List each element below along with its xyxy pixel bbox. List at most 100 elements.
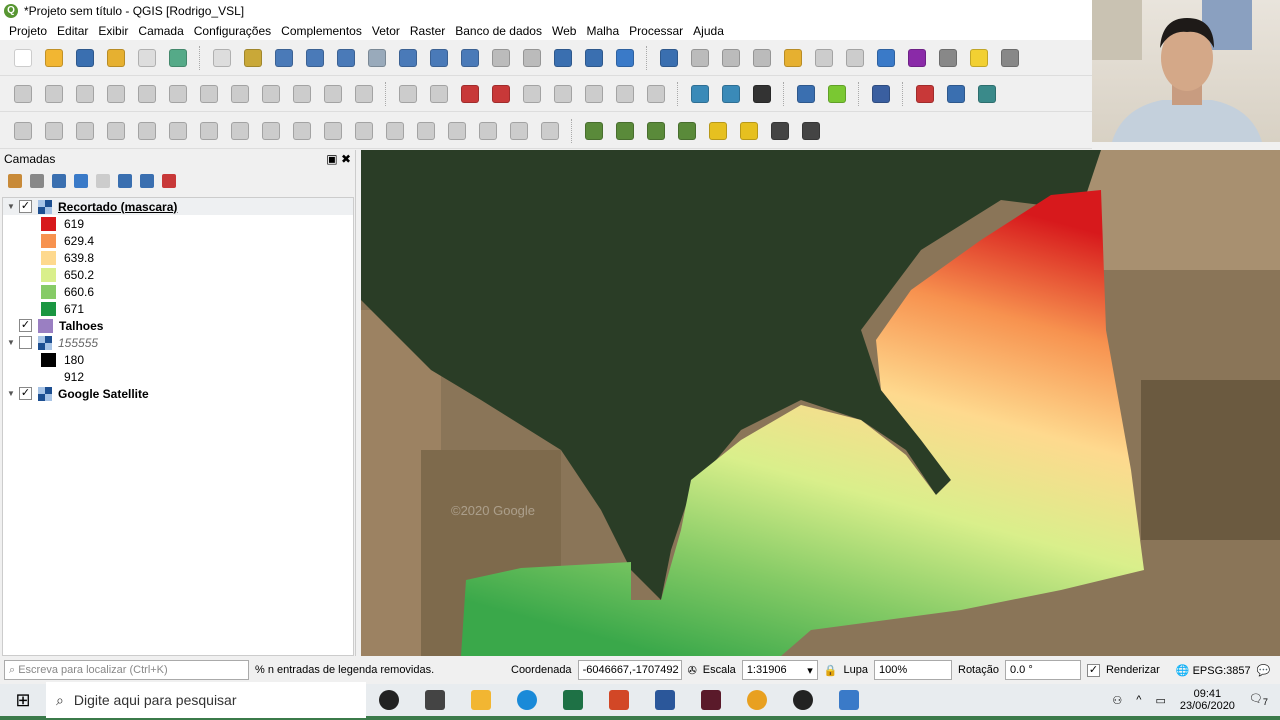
taskbar-search[interactable]: ⌕ Digite aqui para pesquisar <box>46 682 366 718</box>
label-toolbar-button[interactable] <box>395 81 421 107</box>
vertex-tool-button[interactable] <box>134 81 160 107</box>
add-ring-button[interactable] <box>41 118 67 144</box>
modify-attributes-button[interactable] <box>165 81 191 107</box>
collapse-all-icon[interactable] <box>140 174 154 188</box>
menu-item[interactable]: Complementos <box>276 24 367 38</box>
coordinate-field[interactable]: -6046667,-1707492 <box>577 660 682 680</box>
cut-button[interactable] <box>227 81 253 107</box>
zoom-selection-button[interactable] <box>364 45 390 71</box>
magnifier-spinbox[interactable]: 100% <box>874 660 952 680</box>
excel-taskbar-button[interactable] <box>550 682 596 718</box>
save-as-button[interactable] <box>103 45 129 71</box>
expand-arrow-icon[interactable]: ▼ <box>3 338 19 347</box>
zoom-full-button[interactable] <box>333 45 359 71</box>
undo-button[interactable] <box>320 81 346 107</box>
current-edits-button[interactable] <box>10 81 36 107</box>
delete-ring-button[interactable] <box>134 118 160 144</box>
menu-item[interactable]: Editar <box>52 24 93 38</box>
new-project-button[interactable] <box>10 45 36 71</box>
advanced-digitize-button[interactable] <box>537 118 563 144</box>
app-taskbar-button[interactable] <box>688 682 734 718</box>
toolbox-button[interactable] <box>873 45 899 71</box>
trim-extend-button[interactable] <box>506 118 532 144</box>
lock-scale-icon[interactable]: 🔒 <box>824 664 838 677</box>
messages-icon[interactable]: 💬 <box>1257 664 1271 677</box>
menu-item[interactable]: Camada <box>133 24 188 38</box>
georeferencer-button[interactable] <box>912 81 938 107</box>
zoom-in-button[interactable] <box>271 45 297 71</box>
word-taskbar-button[interactable] <box>642 682 688 718</box>
delete-part-button[interactable] <box>165 118 191 144</box>
highlight-labels-button[interactable] <box>488 81 514 107</box>
render-checkbox[interactable]: ✓ <box>1086 663 1100 677</box>
layer-visibility-checkbox[interactable]: ✓ <box>19 319 32 332</box>
change-label-button[interactable] <box>612 81 638 107</box>
chrome-taskbar-button[interactable] <box>734 682 780 718</box>
show-bookmarks-button[interactable] <box>581 45 607 71</box>
cortana-taskbar-button[interactable] <box>366 682 412 718</box>
add-feature-button[interactable] <box>103 81 129 107</box>
redo-button[interactable] <box>351 81 377 107</box>
offset-curve-button[interactable] <box>227 118 253 144</box>
style-panel-icon[interactable] <box>8 174 22 188</box>
raster-stretch-button[interactable] <box>674 118 700 144</box>
close-panel-icon[interactable]: ✖ <box>341 152 351 166</box>
qgis-taskbar-taskbar-button[interactable] <box>826 682 872 718</box>
raster-local-button[interactable] <box>612 118 638 144</box>
add-wms-button[interactable] <box>687 81 713 107</box>
file-explorer-taskbar-button[interactable] <box>458 682 504 718</box>
expand-all-icon[interactable] <box>118 174 132 188</box>
deselect-button[interactable] <box>780 45 806 71</box>
run-action-button[interactable] <box>687 45 713 71</box>
zoom-next-button[interactable] <box>488 45 514 71</box>
zoom-out-button[interactable] <box>302 45 328 71</box>
map-tips-button[interactable] <box>966 45 992 71</box>
layer-visibility-checkbox[interactable]: ✓ <box>19 387 32 400</box>
pan-to-selection-button[interactable] <box>240 45 266 71</box>
brightness-down-button[interactable] <box>736 118 762 144</box>
layer-row[interactable]: ▼ ✓ Google Satellite <box>3 385 353 402</box>
menu-item[interactable]: Processar <box>624 24 688 38</box>
rotation-spinbox[interactable]: 0.0 ° <box>1004 660 1081 680</box>
attribute-table-button[interactable] <box>811 45 837 71</box>
add-group-icon[interactable] <box>30 174 44 188</box>
split-parts-button[interactable] <box>289 118 315 144</box>
start-button[interactable]: ⊞ <box>0 682 46 718</box>
move-label-button[interactable] <box>550 81 576 107</box>
save-project-button[interactable] <box>72 45 98 71</box>
powerpoint-taskbar-button[interactable] <box>596 682 642 718</box>
locator-input[interactable]: ⌕ Escreva para localizar (Ctrl+K) <box>4 660 249 680</box>
toggle-extents-icon[interactable]: ✇ <box>688 664 697 677</box>
layer-labeling-button[interactable] <box>457 81 483 107</box>
layer-visibility-checkbox[interactable] <box>19 336 32 349</box>
menu-item[interactable]: Vetor <box>367 24 405 38</box>
coordinate-capture-button[interactable] <box>943 81 969 107</box>
label-props-button[interactable] <box>643 81 669 107</box>
menu-item[interactable]: Projeto <box>4 24 52 38</box>
select-by-value-button[interactable] <box>749 45 775 71</box>
filter-expression-icon[interactable] <box>96 174 110 188</box>
battery-icon[interactable]: ▭ <box>1155 694 1165 707</box>
add-wfs-button[interactable] <box>749 81 775 107</box>
statistics-button[interactable] <box>904 45 930 71</box>
simplify-button[interactable] <box>413 118 439 144</box>
remove-layer-icon[interactable] <box>162 174 176 188</box>
pin-labels-button[interactable] <box>426 81 452 107</box>
expand-arrow-icon[interactable]: ▼ <box>3 202 19 211</box>
pan-button[interactable] <box>209 45 235 71</box>
quickmapservices-button[interactable] <box>824 81 850 107</box>
menu-item[interactable]: Banco de dados <box>450 24 547 38</box>
zoom-layer-button[interactable] <box>395 45 421 71</box>
add-circular-button[interactable] <box>444 118 470 144</box>
scale-select[interactable]: 1:31906 ▾ <box>741 660 818 680</box>
help-button[interactable] <box>868 81 894 107</box>
digitize-button[interactable] <box>10 118 36 144</box>
merge-attributes-button[interactable] <box>351 118 377 144</box>
show-hide-labels-button[interactable] <box>519 81 545 107</box>
raster-histogram-button[interactable] <box>581 118 607 144</box>
people-icon[interactable]: ⚇ <box>1112 694 1122 707</box>
menu-item[interactable]: Exibir <box>93 24 133 38</box>
bookmark-button[interactable] <box>550 45 576 71</box>
crs-button[interactable]: 🌐 EPSG:3857 <box>1176 664 1251 677</box>
save-edits-button[interactable] <box>72 81 98 107</box>
